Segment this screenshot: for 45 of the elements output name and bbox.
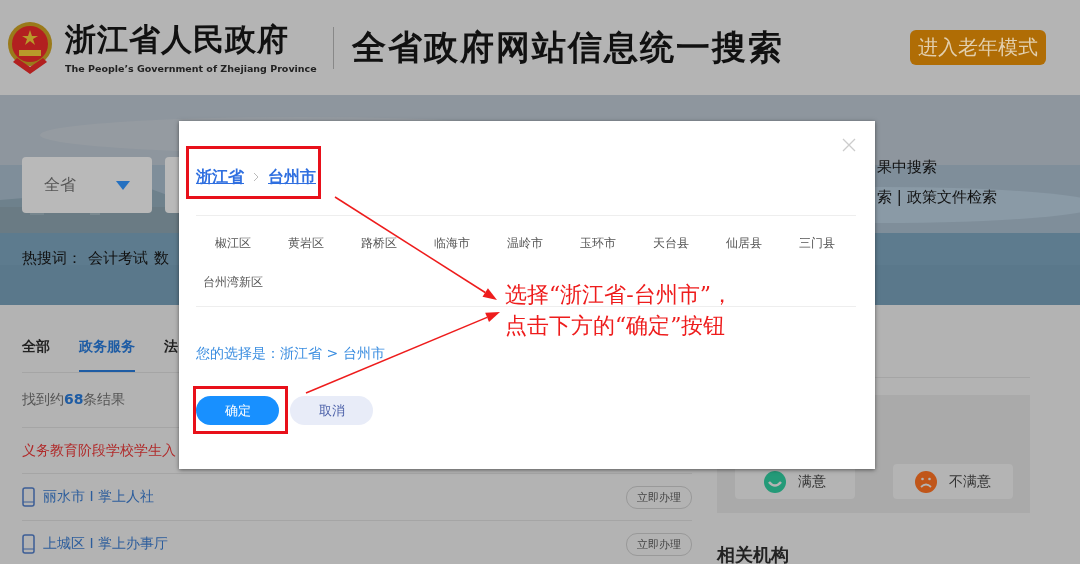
- sad-face-icon: [915, 470, 937, 493]
- chevron-icon: [253, 172, 259, 182]
- apply-button[interactable]: 立即办理: [626, 532, 692, 556]
- breadcrumb-link[interactable]: 台州市: [268, 166, 316, 188]
- district-option[interactable]: 天台县: [634, 233, 707, 272]
- feedback-button[interactable]: 不满意: [893, 464, 1013, 499]
- hot-words-label: 热搜词：: [22, 249, 82, 268]
- hot-word-link[interactable]: 会计考试: [88, 249, 148, 268]
- result-link[interactable]: 上城区 I 掌上办事厅: [43, 535, 626, 553]
- phone-icon: [22, 534, 35, 554]
- result-link[interactable]: 丽水市 I 掌上人社: [43, 488, 626, 506]
- annotation-text: 点击下方的“确定”按钮: [505, 312, 727, 340]
- tab[interactable]: 全部: [22, 338, 50, 372]
- section-heading: 相关机构: [717, 543, 790, 564]
- site-subtitle: The People’s Government of Zhejiang Province: [65, 63, 317, 74]
- breadcrumb-link[interactable]: 浙江省: [196, 166, 244, 188]
- search-in-results-link[interactable]: 果中搜索: [877, 158, 1007, 177]
- scope-dropdown[interactable]: 全省: [22, 157, 152, 213]
- cancel-button[interactable]: 取消: [290, 396, 373, 425]
- advanced-search-links[interactable]: 索 | 政策文件检索: [877, 188, 1007, 207]
- district-option[interactable]: 三门县: [780, 233, 853, 272]
- district-option[interactable]: 玉环市: [561, 233, 634, 272]
- confirm-button[interactable]: 确定: [196, 396, 279, 425]
- district-option[interactable]: 黄岩区: [269, 233, 342, 272]
- district-option[interactable]: 临海市: [415, 233, 488, 272]
- district-option[interactable]: 台州湾新区: [196, 272, 269, 292]
- caret-icon: [116, 180, 130, 190]
- tab[interactable]: 法: [164, 338, 178, 372]
- selection-value: 浙江省 > 台州市: [280, 345, 385, 363]
- district-option[interactable]: 温岭市: [488, 233, 561, 272]
- district-option[interactable]: 路桥区: [342, 233, 415, 272]
- smile-icon: [764, 470, 786, 493]
- district-option[interactable]: 椒江区: [196, 233, 269, 272]
- emblem-icon: [5, 19, 55, 76]
- page-title: 全省政府网站信息统一搜索: [351, 25, 785, 69]
- close-icon[interactable]: [842, 138, 856, 152]
- selection-label: 您的选择是：: [196, 345, 280, 363]
- tab[interactable]: 政务服务: [79, 338, 135, 372]
- site-title: 浙江省人民政府: [65, 21, 290, 57]
- hot-word-link[interactable]: 数: [154, 249, 169, 268]
- apply-button[interactable]: 立即办理: [626, 485, 692, 509]
- annotation-text: 选择“浙江省-台州市”，: [505, 281, 733, 309]
- phone-icon: [22, 487, 35, 507]
- district-option[interactable]: 仙居县: [707, 233, 780, 272]
- result-count: 找到约68条结果: [22, 391, 126, 409]
